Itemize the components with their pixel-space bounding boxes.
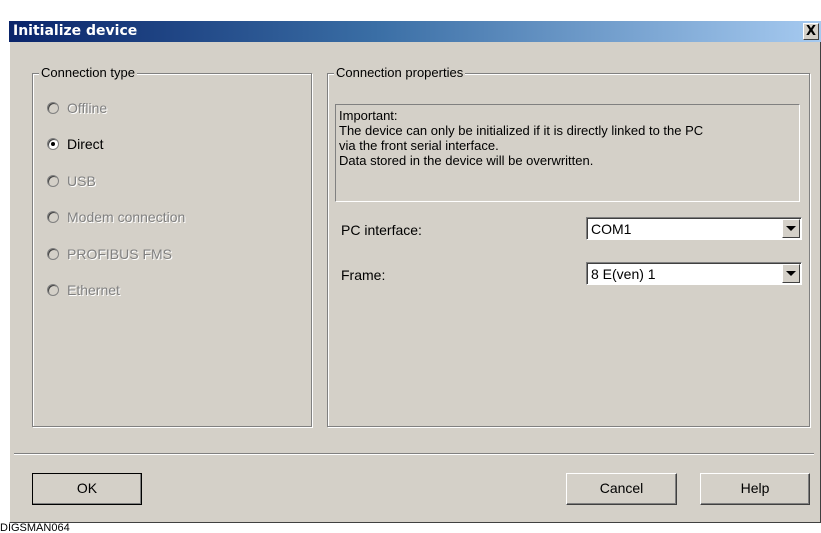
pc-interface-select[interactable]: COM1 — [586, 217, 802, 240]
radio-button-icon — [47, 211, 59, 223]
radio-button-icon — [47, 175, 59, 187]
connection-properties-group: Connection properties Important: The dev… — [327, 65, 810, 427]
radio-direct[interactable]: Direct — [47, 135, 104, 153]
title-bar: Initialize device X — [9, 21, 821, 42]
ok-button[interactable]: OK — [32, 473, 142, 505]
frame-select[interactable]: 8 E(ven) 1 — [586, 262, 802, 285]
cancel-button[interactable]: Cancel — [566, 473, 677, 505]
info-line: Data stored in the device will be overwr… — [339, 153, 594, 168]
radio-offline[interactable]: Offline — [47, 99, 107, 117]
help-button[interactable]: Help — [700, 473, 810, 505]
pc-interface-label: PC interface: — [341, 222, 422, 238]
radio-profibus-label: PROFIBUS FMS — [67, 246, 173, 262]
radio-button-icon — [47, 102, 59, 114]
info-line: via the front serial interface. — [339, 138, 499, 153]
connection-type-legend: Connection type — [39, 65, 137, 81]
figure-caption: DIGSMAN064 — [0, 522, 70, 533]
frame-value: 8 E(ven) 1 — [591, 266, 656, 282]
frame-label: Frame: — [341, 267, 386, 283]
radio-offline-label: Offline — [67, 100, 108, 116]
radio-modem-connection[interactable]: Modem connection — [47, 208, 185, 226]
info-line: The device can only be initialized if it… — [339, 123, 704, 138]
connection-properties-legend: Connection properties — [334, 65, 466, 81]
radio-button-icon — [47, 248, 59, 260]
radio-ethernet-label: Ethernet — [67, 282, 120, 298]
close-icon[interactable]: X — [803, 23, 819, 40]
radio-ethernet[interactable]: Ethernet — [47, 281, 120, 299]
radio-button-icon — [47, 284, 59, 296]
connection-type-group: Connection type Offline Direct USB Modem… — [32, 65, 312, 427]
chevron-down-icon[interactable] — [782, 219, 800, 238]
radio-modem-label: Modem connection — [67, 209, 186, 225]
radio-direct-label: Direct — [67, 136, 104, 152]
radio-usb-label: USB — [67, 173, 96, 189]
pc-interface-value: COM1 — [591, 221, 632, 237]
info-line: Important: — [339, 108, 398, 123]
radio-usb[interactable]: USB — [47, 172, 96, 190]
button-separator — [14, 453, 814, 455]
important-info-box: Important: The device can only be initia… — [335, 104, 800, 202]
radio-button-icon — [47, 138, 59, 150]
radio-profibus-fms[interactable]: PROFIBUS FMS — [47, 245, 172, 263]
chevron-down-icon[interactable] — [782, 264, 800, 283]
window-title: Initialize device — [13, 23, 138, 39]
